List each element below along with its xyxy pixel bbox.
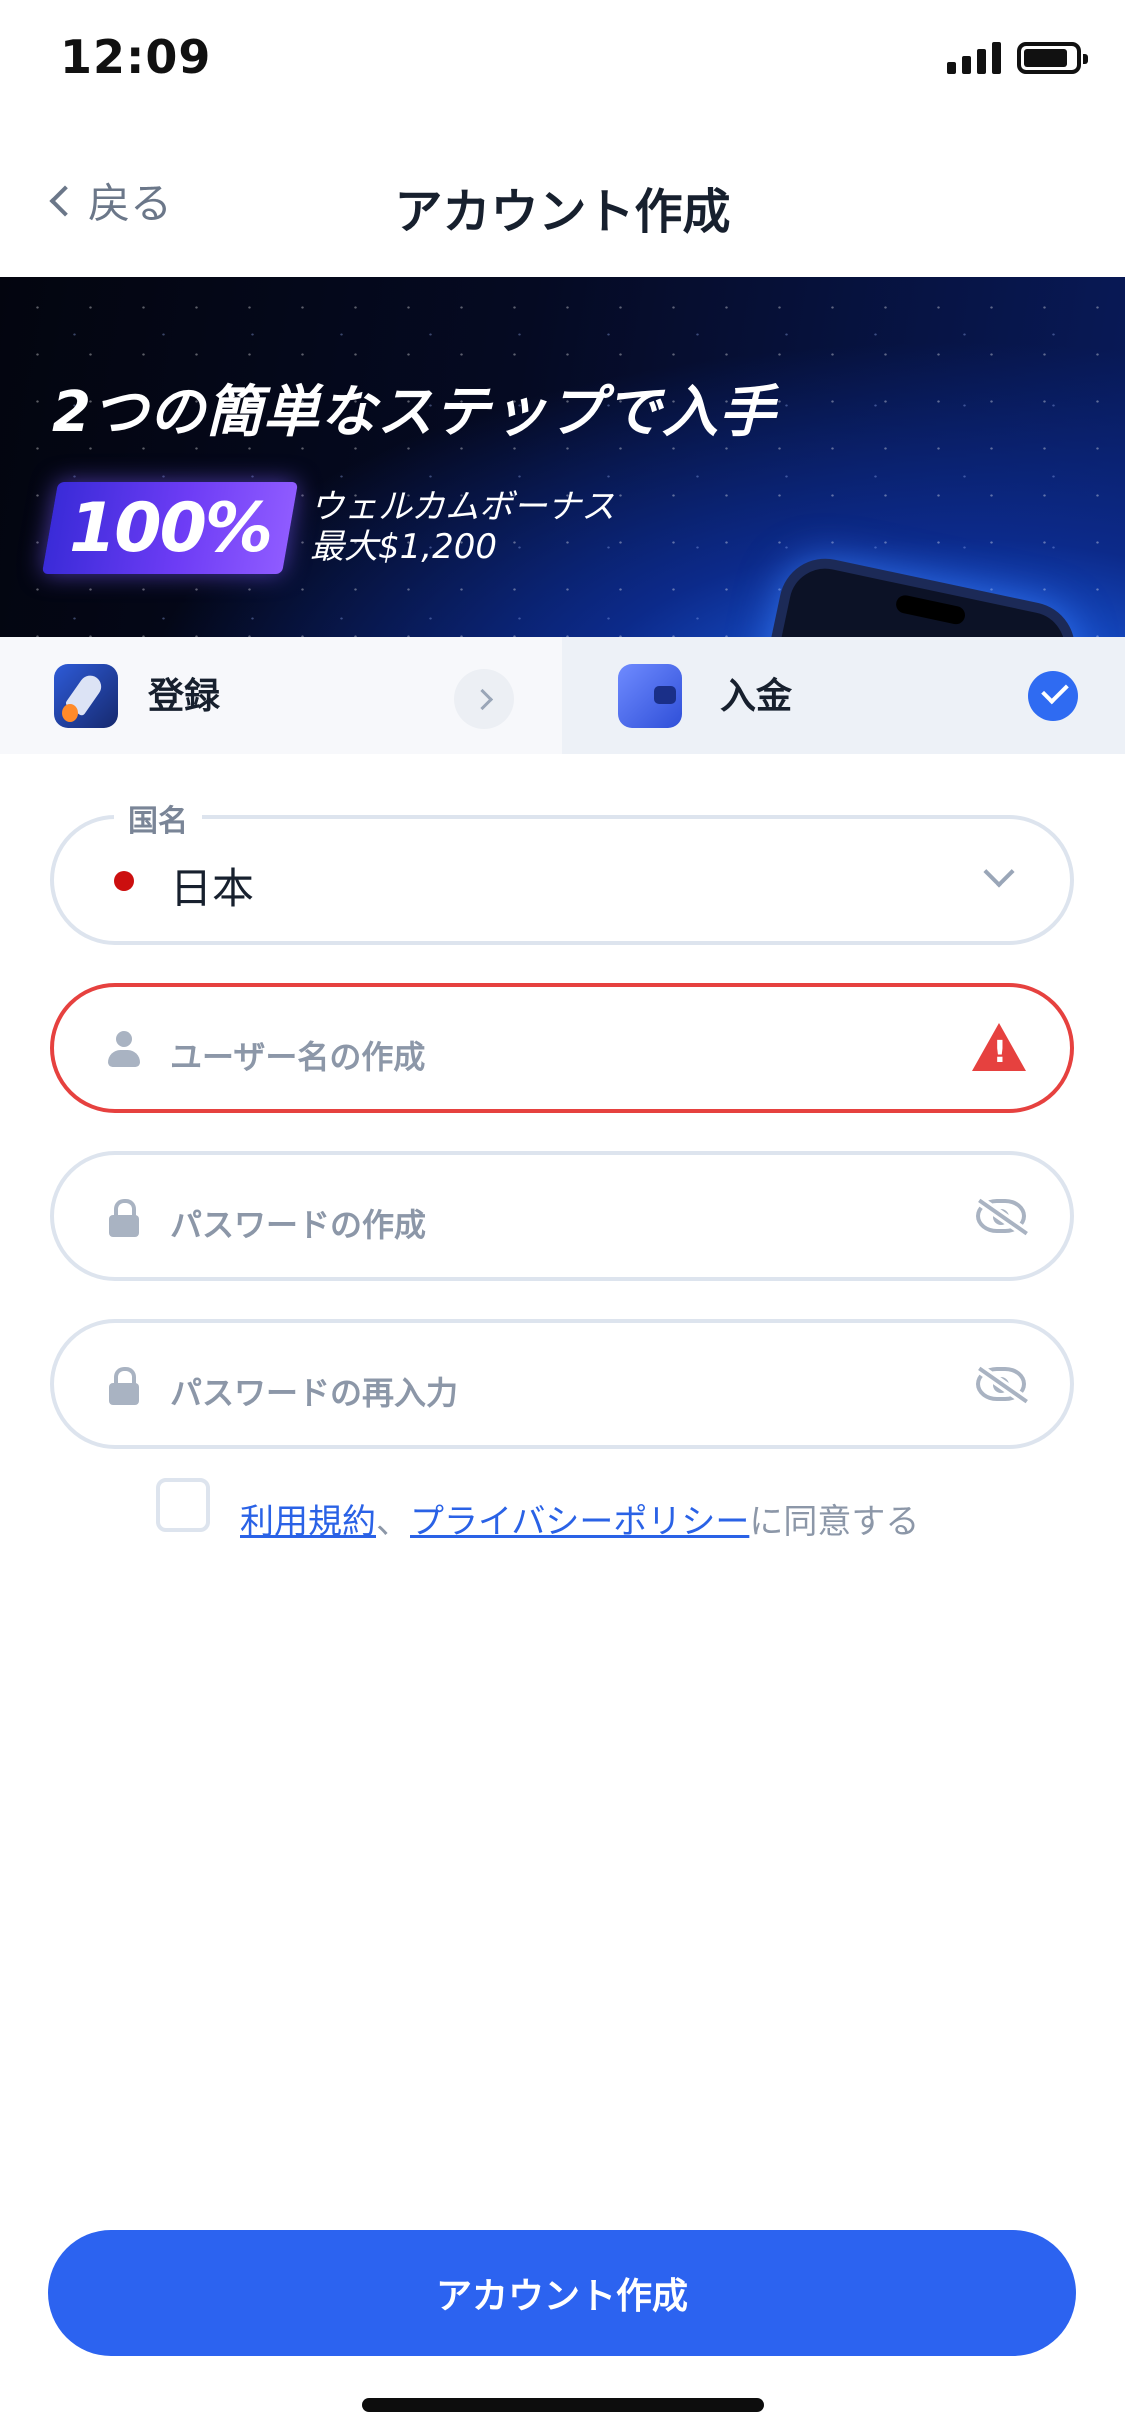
banner-headline: 2つの簡単なステップで入手 <box>52 380 776 445</box>
status-time: 12:09 <box>60 30 212 84</box>
eye-off-icon[interactable] <box>976 1367 1026 1401</box>
signal-icon <box>947 42 1001 74</box>
bonus-line-2: 最大$1,200 <box>310 527 497 567</box>
step-register-label: 登録 <box>148 676 221 717</box>
step-indicator: 登録 入金 <box>0 637 1125 754</box>
warning-icon: ! <box>972 1023 1026 1071</box>
page-title: アカウント作成 <box>394 184 731 240</box>
country-select[interactable]: 日本 <box>50 815 1074 945</box>
username-placeholder: ユーザー名の作成 <box>170 1038 426 1076</box>
home-indicator <box>362 2398 764 2412</box>
starfield-background <box>0 277 1125 637</box>
bonus-text: ウェルカムボーナス 最大$1,200 <box>310 487 615 567</box>
status-icons <box>947 42 1088 74</box>
lock-icon <box>106 1199 142 1237</box>
terms-checkbox[interactable] <box>156 1478 210 1532</box>
privacy-policy-link[interactable]: プライバシーポリシー <box>410 1502 749 1542</box>
password-confirm-placeholder: パスワードの再入力 <box>170 1374 459 1412</box>
password-field[interactable]: パスワードの作成 <box>50 1151 1074 1281</box>
password-placeholder: パスワードの作成 <box>170 1206 427 1244</box>
checkmark-icon <box>1028 671 1078 721</box>
step-register[interactable]: 登録 <box>0 637 562 754</box>
promo-banner[interactable]: 2つの簡単なステップで入手 100% ウェルカムボーナス 最大$1,200 <box>0 277 1125 637</box>
create-account-button[interactable]: アカウント作成 <box>48 2230 1076 2356</box>
terms-text: 利用規約、プライバシーポリシーに同意する <box>240 1496 940 1548</box>
wallet-icon <box>618 664 682 728</box>
step-deposit-label: 入金 <box>720 676 793 717</box>
rocket-icon <box>54 664 118 728</box>
chevron-right-icon <box>454 669 514 729</box>
terms-separator: 、 <box>376 1502 410 1542</box>
terms-suffix: に同意する <box>749 1502 920 1542</box>
bonus-line-1: ウェルカムボーナス <box>310 487 615 527</box>
bonus-percent: 100% <box>68 488 273 568</box>
eye-off-icon[interactable] <box>976 1199 1026 1233</box>
username-field[interactable]: ユーザー名の作成 ! <box>50 983 1074 1113</box>
battery-icon <box>1017 42 1088 74</box>
country-label: 国名 <box>114 796 202 840</box>
lock-icon <box>106 1367 142 1405</box>
user-icon <box>106 1031 142 1069</box>
step-deposit[interactable]: 入金 <box>562 637 1125 754</box>
japan-flag-icon <box>102 866 146 896</box>
terms-of-use-link[interactable]: 利用規約 <box>240 1502 376 1542</box>
country-value: 日本 <box>170 864 255 913</box>
password-confirm-field[interactable]: パスワードの再入力 <box>50 1319 1074 1449</box>
chevron-down-icon <box>983 856 1015 888</box>
